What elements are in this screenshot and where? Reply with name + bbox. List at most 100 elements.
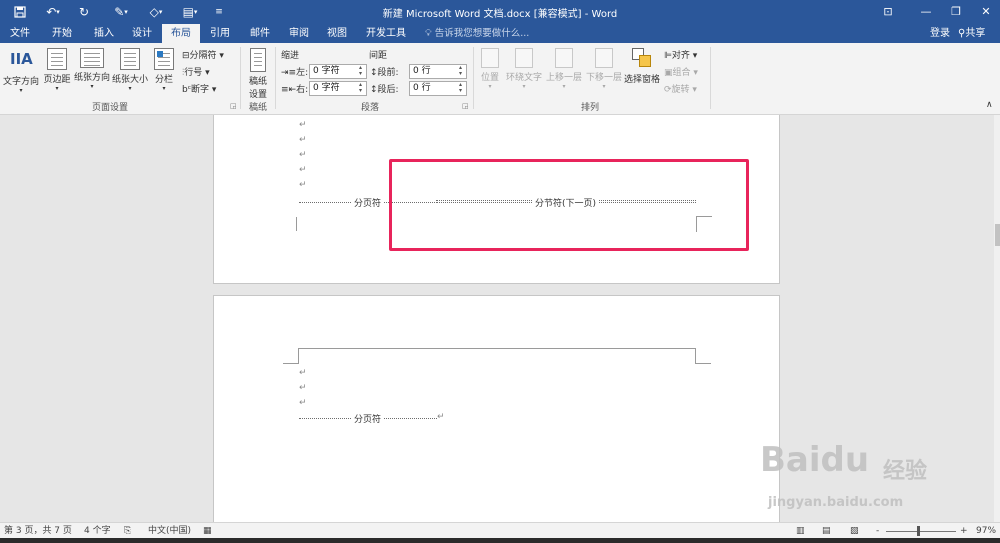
ribbon-tabs: 文件 开始 插入 设计 布局 引用 邮件 审阅 视图 开发工具 💡︎ 告诉我您想… <box>0 24 1000 43</box>
group-button[interactable]: ▣组合 ▾ <box>664 65 698 78</box>
watermark-cn: 经验 <box>883 459 928 484</box>
tab-view[interactable]: 视图 <box>320 24 354 43</box>
page-break-label: 分页符 <box>352 196 384 209</box>
paragraph-mark: ↵ <box>299 135 307 145</box>
indent-right-label: ≡⇤右: <box>281 85 309 95</box>
rotate-button[interactable]: ⟳旋转 ▾ <box>664 82 697 95</box>
paragraph-mark: ↵ <box>299 165 307 175</box>
tell-me-text: 告诉我您想要做什么... <box>434 28 530 39</box>
page-setup-launcher-icon[interactable]: ◲ <box>230 102 237 110</box>
tab-layout[interactable]: 布局 <box>162 24 200 43</box>
manuscript-setup-button[interactable]: 稿纸 设置 <box>245 48 271 100</box>
indent-left-input[interactable]: 0 字符 <box>309 64 367 79</box>
crop-mark <box>283 348 299 364</box>
page-setup-label: 页面设置 <box>91 103 128 113</box>
proofing-icon[interactable]: ⎘ <box>124 525 131 537</box>
align-button[interactable]: ⊫对齐 ▾ <box>664 48 697 61</box>
breaks-icon: ⊟ <box>182 51 190 61</box>
print-layout-icon[interactable]: ▤ <box>822 525 831 537</box>
spacing-header: 间距 <box>369 51 388 61</box>
crop-mark <box>695 348 711 364</box>
indent-left-icon: ⇥≡ <box>281 68 297 78</box>
ribbon-display-icon[interactable]: ⊡ <box>874 3 902 21</box>
language-indicator[interactable]: 中文(中国) <box>148 525 191 537</box>
zoom-slider[interactable] <box>886 531 956 532</box>
indent-right-input[interactable]: 0 字符 <box>309 81 367 96</box>
login-link[interactable]: 登录 <box>930 24 950 43</box>
send-backward-button[interactable]: 下移一层 ▾ <box>584 48 624 90</box>
spacing-before-icon: ↕ <box>370 68 378 78</box>
paragraph-mark: ↵ <box>299 180 307 190</box>
vertical-scrollbar[interactable] <box>994 115 1000 522</box>
tab-review[interactable]: 审阅 <box>282 24 316 43</box>
spacing-before-input[interactable]: 0 行 <box>409 64 467 79</box>
page-count[interactable]: 第 3 页，共 7 页 <box>4 525 72 537</box>
arrange-label: 排列 <box>580 103 599 113</box>
tab-insert[interactable]: 插入 <box>86 24 122 43</box>
close-icon[interactable]: ✕ <box>972 3 1000 21</box>
paragraph-mark: ↵ <box>299 368 307 378</box>
text-direction-icon: IIA <box>10 50 33 68</box>
watermark-url: jingyan.baidu.com <box>768 495 904 510</box>
zoom-in-button[interactable]: + <box>960 525 968 537</box>
zoom-level[interactable]: 97% <box>976 525 996 537</box>
rotate-icon: ⟳ <box>664 85 672 95</box>
bring-forward-icon <box>555 48 573 68</box>
paragraph-mark: ↵ <box>299 383 307 393</box>
position-icon <box>481 48 499 68</box>
wrap-text-icon <box>515 48 533 68</box>
web-layout-icon[interactable]: ▧ <box>850 525 859 537</box>
page[interactable]: ↵ ↵ ↵ 分页符 ↵ <box>213 295 780 522</box>
bring-forward-button[interactable]: 上移一层 ▾ <box>544 48 584 90</box>
hyphenation-button[interactable]: bᶜ断字 ▾ <box>182 82 216 95</box>
scrollbar-thumb[interactable] <box>995 224 1000 246</box>
align-icon: ⊫ <box>664 51 672 61</box>
line-numbers-button[interactable]: ⫶行号 ▾ <box>182 65 210 78</box>
hyphenation-icon: bᶜ <box>182 85 192 95</box>
paper-size-icon <box>120 48 140 70</box>
wrap-text-button[interactable]: 环绕文字 ▾ <box>504 48 544 90</box>
paragraph-mark: ↵ <box>299 150 307 160</box>
paragraph-launcher-icon[interactable]: ◲ <box>462 102 469 110</box>
paragraph-label: 段落 <box>360 103 379 113</box>
word-count[interactable]: 4 个字 <box>84 525 111 537</box>
columns-button[interactable]: 分栏 ▾ <box>152 48 176 92</box>
size-button[interactable]: 纸张大小 ▾ <box>112 48 148 92</box>
macro-icon[interactable]: ▦ <box>203 525 212 537</box>
margins-button[interactable]: 页边距 ▾ <box>42 48 72 92</box>
tab-design[interactable]: 设计 <box>124 24 160 43</box>
page-break-label: 分页符 <box>352 412 384 425</box>
selection-pane-button[interactable]: 选择窗格 <box>624 48 660 85</box>
orientation-button[interactable]: 纸张方向 ▾ <box>73 48 111 90</box>
tab-mailings[interactable]: 邮件 <box>243 24 277 43</box>
ribbon-layout: IIA 文字方向 ▾ 页边距 ▾ 纸张方向 ▾ 纸张大小 ▾ 分栏 ▾ ⊟分隔符… <box>0 43 1000 115</box>
restore-icon[interactable]: ❐ <box>942 3 970 21</box>
zoom-out-button[interactable]: - <box>876 525 879 537</box>
status-bar: 第 3 页，共 7 页 4 个字 ⎘ 中文(中国) ▦ ▥ ▤ ▧ - + 97… <box>0 522 1000 538</box>
spacing-after-input[interactable]: 0 行 <box>409 81 467 96</box>
spacing-after-icon: ↕ <box>370 85 378 95</box>
collapse-ribbon-icon[interactable]: ∧ <box>986 100 993 110</box>
group-icon: ▣ <box>664 68 673 78</box>
indent-left-label: ⇥≡左: <box>281 68 309 78</box>
tell-me-box[interactable]: 💡︎ 告诉我您想要做什么... <box>425 24 529 43</box>
manuscript-label: 稿纸 <box>248 103 267 113</box>
read-mode-icon[interactable]: ▥ <box>796 525 805 537</box>
selection-pane-icon <box>632 48 652 70</box>
tab-references[interactable]: 引用 <box>203 24 237 43</box>
minimize-icon[interactable]: — <box>912 3 940 21</box>
indent-right-icon: ≡⇤ <box>281 85 297 95</box>
window-title: 新建 Microsoft Word 文档.docx [兼容模式] - Word <box>382 9 618 20</box>
orientation-icon <box>80 48 104 68</box>
tab-file[interactable]: 文件 <box>4 24 36 43</box>
highlight-box <box>389 159 749 251</box>
zoom-slider-thumb[interactable] <box>917 526 920 536</box>
tab-developer[interactable]: 开发工具 <box>362 24 410 43</box>
document-area[interactable]: ↵ ↵ ↵ ↵ ↵ 分页符 分节符(下一页) ↵ ↵ ↵ 分页符 ↵ Baidu… <box>0 115 994 522</box>
breaks-button[interactable]: ⊟分隔符 ▾ <box>182 48 224 61</box>
share-button[interactable]: ⚲共享 <box>958 24 985 43</box>
text-direction-button[interactable]: IIA 文字方向 ▾ <box>3 48 39 94</box>
position-button[interactable]: 位置 ▾ <box>478 48 502 90</box>
header-line <box>299 348 696 349</box>
tab-home[interactable]: 开始 <box>44 24 80 43</box>
